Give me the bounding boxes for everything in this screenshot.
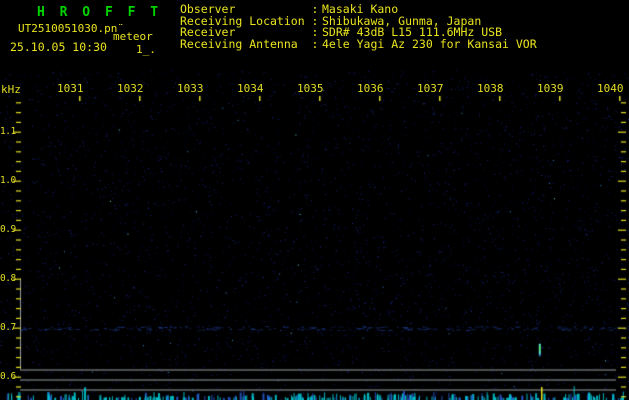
x-axis-tick-label: 1039: [537, 82, 564, 95]
x-axis-tick-label: 1035: [297, 82, 324, 95]
count-indicator: 1_.: [136, 43, 156, 56]
x-axis-tick-label: 1031: [57, 82, 84, 95]
y-axis-tick-label: 0.8: [0, 272, 16, 284]
x-axis-tick-label: 1032: [117, 82, 144, 95]
hrofft-screen: H R O F F T UT2510051030.pn¨ meteor 25.1…: [0, 0, 629, 400]
y-axis-tick-label: 0.6: [0, 370, 16, 382]
x-axis-tick-label: 1037: [417, 82, 444, 95]
y-axis-tick-label: 1.1: [0, 125, 16, 137]
y-axis-tick-label: 1.0: [0, 174, 16, 186]
file-name-label: UT2510051030.pn¨: [18, 22, 124, 35]
x-axis-tick-label: 1040: [597, 82, 624, 95]
y-axis-tick-label: 0.7: [0, 321, 16, 333]
info-colon: :: [311, 36, 319, 51]
station-info-block: Observer: Masaki Kano Receiving Location: S…: [180, 3, 537, 51]
spectrogram-canvas: [0, 0, 629, 400]
app-title: H R O F F T: [37, 5, 162, 20]
x-axis-tick-label: 1036: [357, 82, 384, 95]
x-axis-tick-label: 1034: [237, 82, 264, 95]
y-axis-unit-label: kHz: [1, 83, 21, 96]
datetime-label: 25.10.05 10:30: [10, 40, 107, 54]
info-row: Receiving Antenna:4ele Yagi Az 230 for K…: [180, 36, 537, 51]
x-axis-tick-label: 1038: [477, 82, 504, 95]
info-label: Receiving Antenna: [180, 36, 298, 51]
x-axis-tick-label: 1033: [177, 82, 204, 95]
meteor-mode-label: meteor: [113, 30, 153, 43]
info-value: 4ele Yagi Az 230 for Kansai VOR: [322, 36, 537, 51]
y-axis-tick-label: 0.9: [0, 223, 16, 235]
